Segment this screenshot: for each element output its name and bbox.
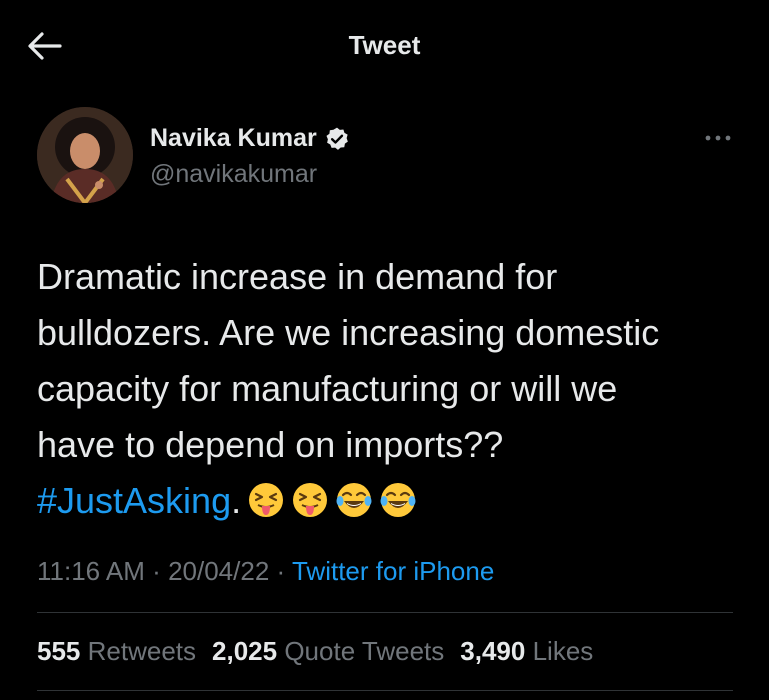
author-name[interactable]: Navika Kumar: [150, 124, 317, 153]
meta-separator: ·: [276, 556, 286, 586]
likes-label: Likes: [532, 636, 594, 666]
retweets-count: 555: [37, 636, 81, 666]
winking-tongue-face-icon: [291, 479, 329, 535]
likes-stat[interactable]: 3,490 Likes: [460, 636, 593, 667]
hashtag-link[interactable]: #JustAsking: [37, 480, 231, 521]
quote-tweets-count: 2,025: [212, 636, 278, 666]
divider: [37, 612, 733, 613]
tweet-body: Dramatic increase in demand for bulldoze…: [37, 256, 660, 465]
retweets-label: Retweets: [87, 636, 197, 666]
tweet-stats: 555 Retweets 2,025 Quote Tweets 3,490 Li…: [37, 636, 609, 667]
tweet-source-link[interactable]: Twitter for iPhone: [292, 556, 494, 586]
author-name-row[interactable]: Navika Kumar: [150, 124, 350, 153]
more-dots-icon: [705, 135, 731, 141]
author-handle[interactable]: @navikakumar: [150, 160, 317, 189]
tweet-header: Tweet: [0, 0, 769, 92]
meta-separator: ·: [152, 556, 161, 586]
quote-tweets-label: Quote Tweets: [284, 636, 445, 666]
page-title: Tweet: [348, 30, 421, 60]
likes-count: 3,490: [460, 636, 526, 666]
tears-of-joy-face-icon: [379, 479, 417, 535]
tears-of-joy-face-icon: [335, 479, 373, 535]
verified-badge-icon: [326, 127, 348, 150]
tweet-time[interactable]: 11:16 AM: [37, 556, 145, 586]
tweet-metadata: 11:16 AM · 20/04/22 · Twitter for iPhone: [37, 556, 494, 587]
retweets-stat[interactable]: 555 Retweets: [37, 636, 196, 667]
winking-tongue-face-icon: [247, 479, 285, 535]
tweet-period: .: [231, 480, 242, 521]
divider: [37, 690, 733, 691]
avatar[interactable]: [37, 107, 133, 203]
more-options-button[interactable]: [700, 126, 736, 150]
tweet-text: Dramatic increase in demand for bulldoze…: [37, 249, 747, 535]
quote-tweets-stat[interactable]: 2,025 Quote Tweets: [212, 636, 444, 667]
profile-photo: [37, 107, 133, 203]
tweet-date[interactable]: 20/04/22: [168, 556, 269, 586]
